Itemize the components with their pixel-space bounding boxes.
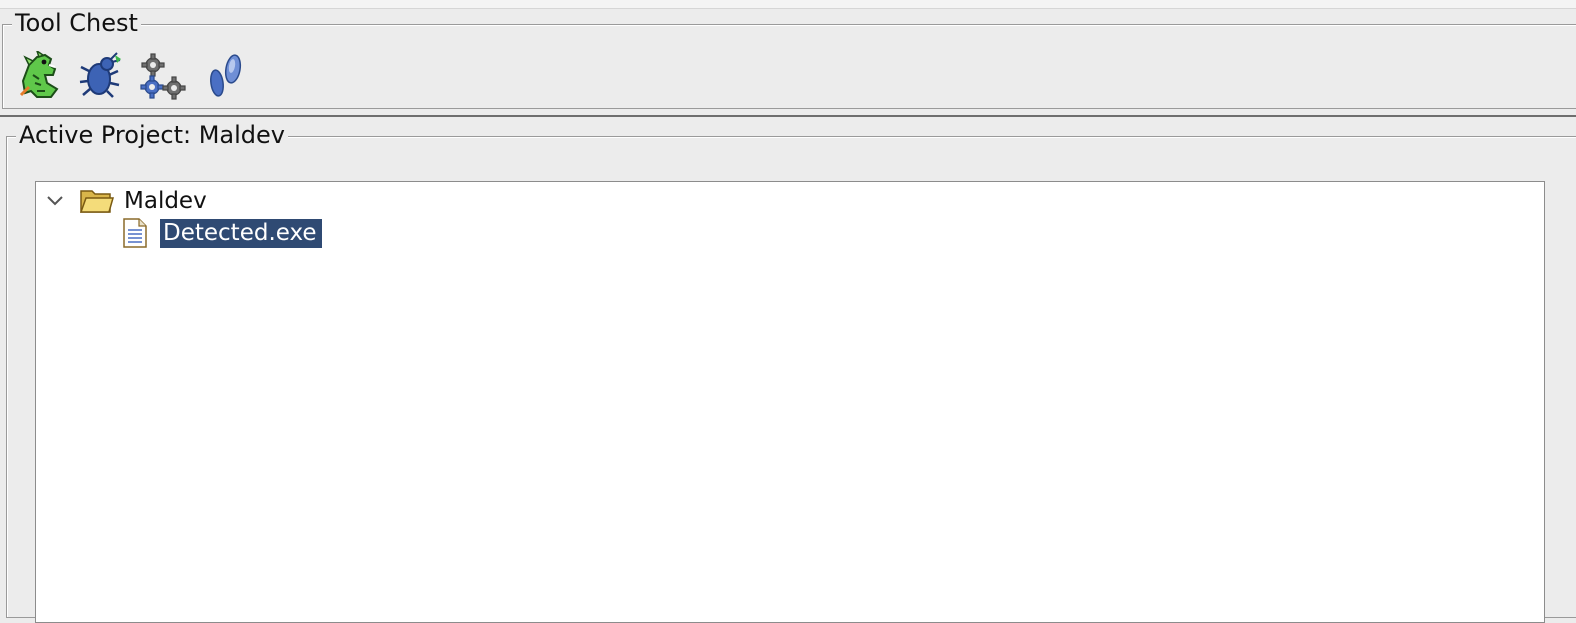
active-project-title: Active Project: Maldev: [16, 121, 288, 149]
dragon-icon: [19, 51, 59, 98]
version-tracking-tool-button[interactable]: [139, 51, 187, 101]
window-top-strip: [0, 0, 1576, 9]
tree-node-maldev[interactable]: Maldev: [44, 185, 207, 217]
tool-chest-title: Tool Chest: [12, 9, 141, 37]
chevron-down-icon[interactable]: [44, 190, 66, 212]
code-browser-tool-button[interactable]: [15, 51, 63, 101]
panel-divider: [0, 115, 1576, 117]
tool-chest-panel: Tool Chest: [2, 9, 1576, 109]
emulator-tool-button[interactable]: [201, 51, 249, 101]
tool-chest-toolbar: [15, 51, 249, 101]
tree-node-label-selected: Detected.exe: [160, 218, 322, 248]
tree-node-label: Maldev: [124, 188, 207, 214]
file-icon: [122, 218, 148, 248]
project-tree[interactable]: Maldev Detected.exe: [35, 181, 1545, 623]
bug-icon: [79, 52, 121, 98]
debugger-tool-button[interactable]: [77, 51, 125, 101]
footprints-icon: [210, 54, 242, 97]
gears-icon: [140, 53, 186, 100]
tree-node-detected-exe[interactable]: Detected.exe: [122, 216, 322, 250]
active-project-panel: Active Project: Maldev Maldev Detected.e…: [6, 121, 1576, 623]
folder-open-icon: [79, 187, 114, 215]
